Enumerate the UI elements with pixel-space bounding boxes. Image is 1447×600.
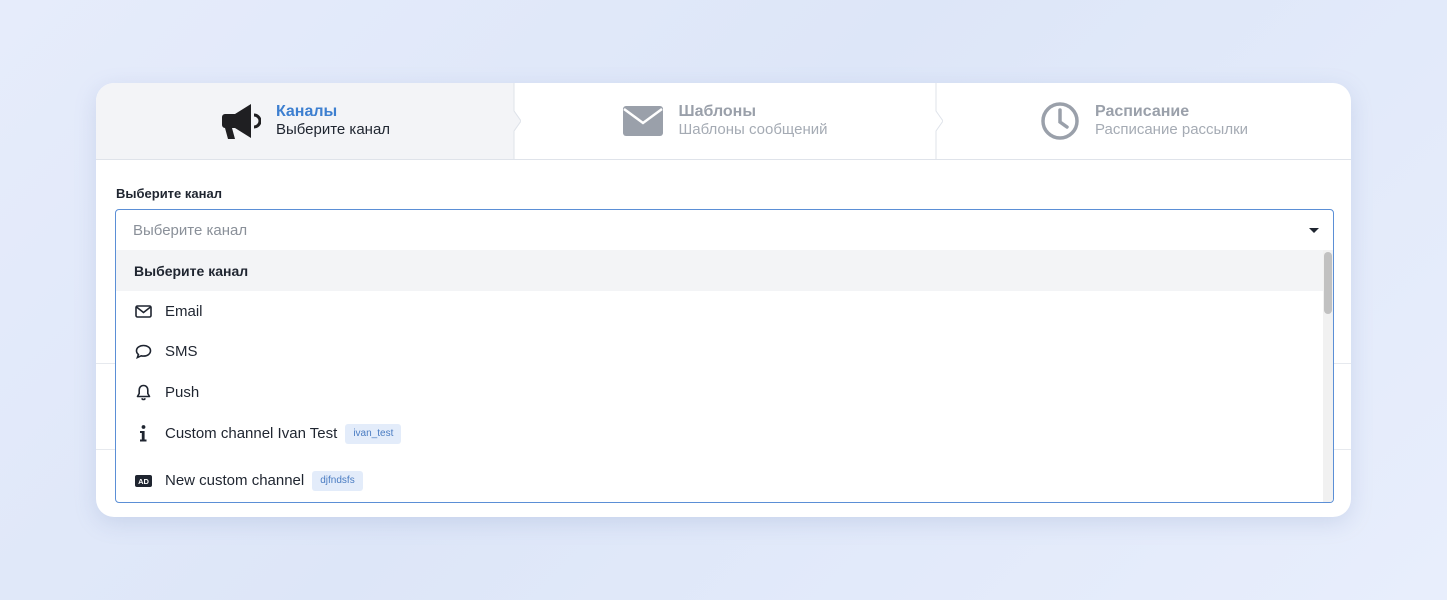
megaphone-icon [220, 100, 262, 142]
channel-select-value[interactable]: Выберите канал [116, 210, 1333, 250]
option-new-custom[interactable]: AD New custom channel djfndsfs [116, 460, 1323, 501]
step-chevron-divider [507, 83, 521, 159]
option-email[interactable]: Email [116, 291, 1323, 332]
background-divider [96, 363, 116, 364]
step-subtitle: Шаблоны сообщений [678, 121, 828, 138]
info-icon [134, 425, 152, 443]
wizard-card: Каналы Выберите канал Шаблоны Шаблоны со… [96, 83, 1351, 517]
channel-options-list: Выберите канал Email SMS Push Custom cha… [116, 250, 1323, 502]
step-channels[interactable]: Каналы Выберите канал [96, 83, 514, 159]
step-subtitle: Выберите канал [275, 121, 391, 138]
background-divider [1334, 363, 1351, 364]
option-label: Custom channel Ivan Test [165, 425, 338, 442]
option-header: Выберите канал [116, 250, 1323, 291]
channel-select[interactable]: Выберите канал Выберите канал Email SMS [115, 209, 1334, 503]
background-divider [1334, 449, 1351, 450]
envelope-icon [134, 303, 152, 321]
ad-icon: AD [134, 472, 152, 490]
bell-icon [134, 384, 152, 402]
svg-text:AD: AD [138, 477, 149, 486]
option-label: New custom channel [165, 472, 305, 489]
step-chevron-divider [929, 83, 943, 159]
scrollbar-thumb[interactable] [1324, 252, 1332, 314]
channel-code-badge: djfndsfs [312, 470, 363, 491]
option-custom-ivan[interactable]: Custom channel Ivan Test ivan_test [116, 413, 1323, 454]
background-divider [96, 449, 116, 450]
chat-bubble-icon [134, 343, 152, 361]
option-label: SMS [165, 343, 198, 360]
option-label: Email [165, 303, 203, 320]
channel-code-badge: ivan_test [345, 423, 402, 444]
step-subtitle: Расписание рассылки [1094, 121, 1249, 138]
wizard-steps: Каналы Выберите канал Шаблоны Шаблоны со… [96, 83, 1351, 160]
step-templates[interactable]: Шаблоны Шаблоны сообщений [514, 83, 936, 159]
caret-down-icon[interactable] [1309, 228, 1319, 233]
step-title: Каналы [275, 103, 338, 120]
step-title: Расписание [1094, 103, 1190, 120]
envelope-icon [622, 100, 664, 142]
clock-icon [1039, 100, 1081, 142]
channel-field-label: Выберите канал [116, 186, 222, 201]
option-sms[interactable]: SMS [116, 331, 1323, 372]
step-title: Шаблоны [678, 103, 756, 120]
option-label: Выберите канал [134, 262, 249, 279]
dropdown-scrollbar[interactable] [1323, 250, 1333, 502]
step-schedule[interactable]: Расписание Расписание рассылки [936, 83, 1351, 159]
option-push[interactable]: Push [116, 372, 1323, 413]
option-label: Push [165, 384, 200, 401]
